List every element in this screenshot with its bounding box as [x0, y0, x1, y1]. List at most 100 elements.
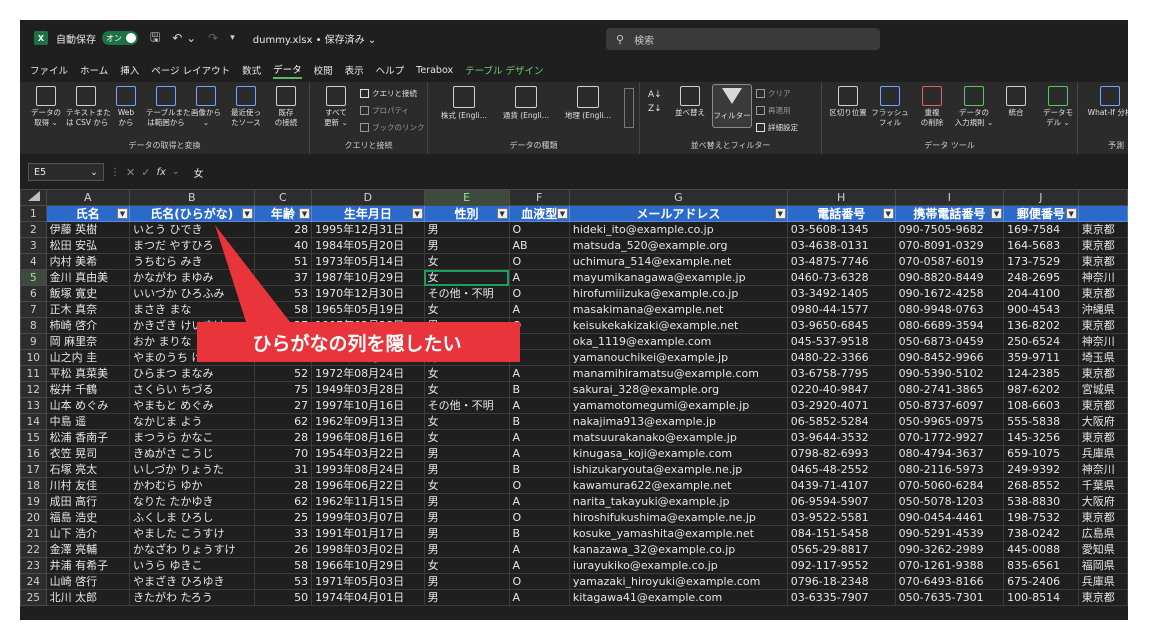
column-header[interactable]: B [128, 189, 255, 206]
cell[interactable]: 26 [253, 541, 313, 558]
search-box[interactable]: ⚲ 検索 [606, 28, 880, 50]
cell[interactable]: 090-8452-9966 [894, 349, 1005, 366]
cell[interactable]: 080-2741-3865 [894, 381, 1005, 398]
cell[interactable]: その他・不明 [423, 285, 510, 302]
cell[interactable]: 080-6689-3594 [894, 317, 1005, 334]
cell[interactable]: 1998年03月02日 [311, 541, 425, 558]
cell[interactable]: yamamotomegumi@example.jp [568, 397, 788, 414]
cell[interactable]: その他・不明 [423, 397, 510, 414]
cell[interactable]: 東京都 [1077, 365, 1128, 382]
cell[interactable]: 0480-22-3366 [786, 349, 896, 366]
cell[interactable]: 070-1772-9927 [894, 429, 1005, 446]
cell[interactable]: 53 [253, 285, 313, 302]
column-header[interactable]: J [1003, 189, 1079, 206]
cell[interactable]: 090-5390-5102 [894, 365, 1005, 382]
cell[interactable]: 050-5078-1203 [894, 493, 1005, 510]
cell[interactable]: 248-2695 [1003, 269, 1079, 286]
cell[interactable]: 090-5291-4539 [894, 525, 1005, 542]
cell[interactable]: 900-4543 [1003, 301, 1079, 318]
cell[interactable]: 1970年12月30日 [311, 285, 425, 302]
filter-dropdown-icon[interactable]: ▼ [774, 208, 786, 219]
cell[interactable]: matsuurakanako@example.jp [568, 429, 788, 446]
column-header[interactable]: A [45, 189, 130, 206]
undo-icon[interactable]: ↶ ⌄ [172, 31, 196, 45]
cell[interactable]: 50 [253, 589, 313, 606]
cell[interactable]: 福島 浩史 [45, 509, 130, 526]
cell[interactable]: 249-9392 [1003, 461, 1079, 478]
cell[interactable]: 173-7529 [1003, 253, 1079, 270]
cell[interactable]: 03-2920-4071 [786, 397, 896, 414]
cell[interactable]: 山之内 圭 [45, 349, 130, 366]
column-header[interactable]: G [568, 189, 788, 206]
cell[interactable]: yamanouchikei@example.jp [568, 349, 788, 366]
cell[interactable]: 445-0088 [1003, 541, 1079, 558]
cell[interactable]: 070-0587-6019 [894, 253, 1005, 270]
cell[interactable]: 03-4638-0131 [786, 237, 896, 254]
column-header[interactable]: C [253, 189, 313, 206]
table-header-cell[interactable] [1077, 205, 1128, 222]
cell[interactable]: 145-3256 [1003, 429, 1079, 446]
stocks-button[interactable]: 株式 (Engli… [436, 86, 492, 121]
row-header[interactable]: 1 [20, 205, 47, 222]
row-header[interactable]: 13 [20, 397, 47, 414]
cell[interactable]: 1996年06月22日 [311, 477, 425, 494]
row-header[interactable]: 15 [20, 429, 47, 446]
cell[interactable]: 204-4100 [1003, 285, 1079, 302]
cell[interactable]: 石塚 亮太 [45, 461, 130, 478]
cell[interactable]: 090-8820-8449 [894, 269, 1005, 286]
cell[interactable]: 58 [253, 301, 313, 318]
cell[interactable]: O [508, 573, 570, 590]
save-icon[interactable]: 🖫 [150, 28, 160, 49]
cell[interactable]: 1949年03月28日 [311, 381, 425, 398]
data-types-scroll[interactable] [624, 88, 634, 128]
cell[interactable]: kinugasa_koji@example.com [568, 445, 788, 462]
cell[interactable]: 女 [423, 557, 510, 574]
get-data-button-4[interactable]: 画像から ⌄ [186, 86, 226, 128]
cell[interactable]: 広島県 [1077, 525, 1128, 542]
row-header[interactable]: 12 [20, 381, 47, 398]
cell[interactable]: 大阪府 [1077, 413, 1128, 430]
cell[interactable]: 女 [423, 269, 510, 286]
cell[interactable]: 男 [423, 509, 510, 526]
cell[interactable]: 1997年10月16日 [311, 397, 425, 414]
row-header[interactable]: 6 [20, 285, 47, 302]
cell[interactable]: かわむら ゆか [128, 477, 255, 494]
cell[interactable]: かなざわ りょうすけ [128, 541, 255, 558]
cell[interactable]: B [508, 413, 570, 430]
cell[interactable]: 1999年03月07日 [311, 509, 425, 526]
cell[interactable]: 1965年05月19日 [311, 301, 425, 318]
cell[interactable]: 090-1672-4258 [894, 285, 1005, 302]
cell[interactable]: 桜井 千鶴 [45, 381, 130, 398]
cell[interactable]: 東京都 [1077, 429, 1128, 446]
cell[interactable]: 03-4875-7746 [786, 253, 896, 270]
cell[interactable]: 1973年05月14日 [311, 253, 425, 270]
cell[interactable]: 03-6758-7795 [786, 365, 896, 382]
cell[interactable]: 井浦 有希子 [45, 557, 130, 574]
cell[interactable]: 女 [423, 301, 510, 318]
cell[interactable]: 0980-44-1577 [786, 301, 896, 318]
cell[interactable]: 沖縄県 [1077, 301, 1128, 318]
cell[interactable]: 神奈川 [1077, 461, 1128, 478]
cell[interactable]: 柿崎 啓介 [45, 317, 130, 334]
cell[interactable]: 03-9522-5581 [786, 509, 896, 526]
cell[interactable]: 平松 真菜美 [45, 365, 130, 382]
cell[interactable]: uchimura_514@example.net [568, 253, 788, 270]
cell[interactable]: 男 [423, 525, 510, 542]
cell[interactable]: 男 [423, 541, 510, 558]
cell[interactable]: 06-5852-5284 [786, 413, 896, 430]
cell[interactable]: 090-3262-2989 [894, 541, 1005, 558]
cell[interactable]: 東京都 [1077, 317, 1128, 334]
cell[interactable]: 男 [423, 573, 510, 590]
row-header[interactable]: 14 [20, 413, 47, 430]
geography-button[interactable]: 地理 (Engli… [560, 86, 616, 121]
cell[interactable]: matsuda_520@example.org [568, 237, 788, 254]
cell[interactable]: 女 [423, 365, 510, 382]
tab-4[interactable]: 数式 [242, 63, 261, 77]
tab-0[interactable]: ファイル [30, 63, 68, 77]
cell[interactable]: 東京都 [1077, 253, 1128, 270]
row-header[interactable]: 17 [20, 461, 47, 478]
cell[interactable]: 山崎 啓行 [45, 573, 130, 590]
data-tools-button-5[interactable]: データモ デル ⌄ [1036, 86, 1080, 128]
cell[interactable]: 62 [253, 493, 313, 510]
cell[interactable]: hideki_ito@example.co.jp [568, 221, 788, 238]
